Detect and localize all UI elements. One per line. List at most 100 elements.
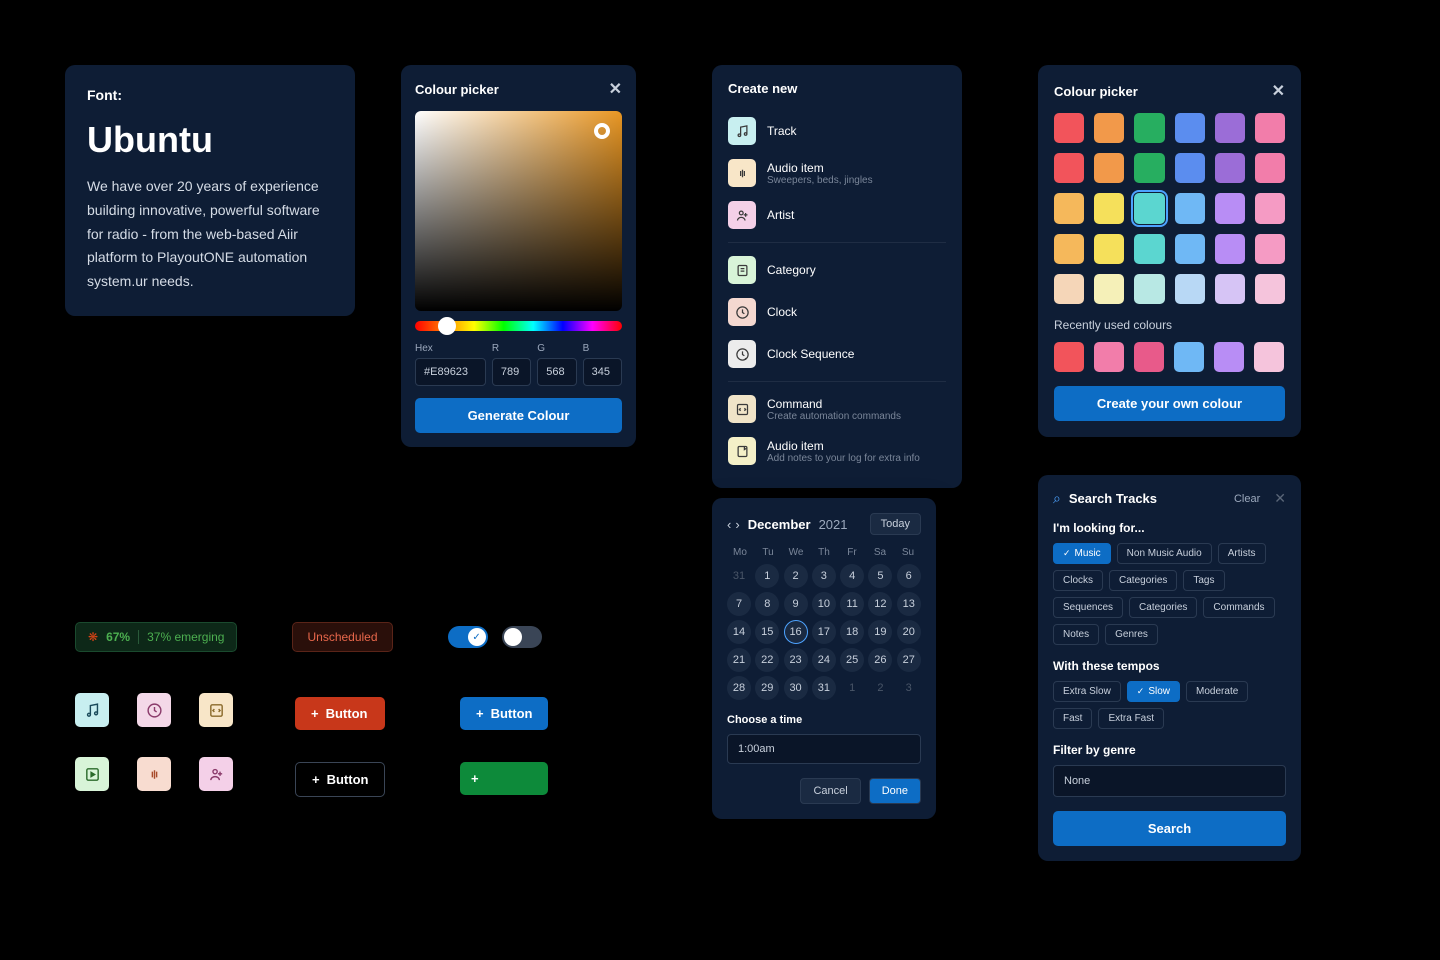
r-input[interactable] <box>492 358 531 386</box>
swatch[interactable] <box>1175 153 1205 183</box>
cancel-button[interactable]: Cancel <box>800 778 860 804</box>
day-cell[interactable]: 16 <box>784 620 808 644</box>
day-cell[interactable]: 22 <box>755 648 779 672</box>
wave-icon[interactable] <box>137 757 171 791</box>
day-cell[interactable]: 18 <box>840 620 864 644</box>
day-cell[interactable]: 31 <box>727 564 751 588</box>
close-icon[interactable]: ✕ <box>1274 490 1286 507</box>
swatch[interactable] <box>1215 113 1245 143</box>
close-icon[interactable]: ✕ <box>609 79 622 99</box>
tempo-pill[interactable]: Extra Slow <box>1053 681 1121 702</box>
close-icon[interactable]: ✕ <box>1272 81 1285 101</box>
hue-thumb[interactable] <box>438 317 456 335</box>
recent-swatch[interactable] <box>1134 342 1164 372</box>
day-cell[interactable]: 6 <box>897 564 921 588</box>
sv-thumb[interactable] <box>594 123 610 139</box>
button-outline[interactable]: +Button <box>295 762 385 797</box>
category-pill[interactable]: Clocks <box>1053 570 1103 591</box>
swatch[interactable] <box>1134 113 1164 143</box>
create-item[interactable]: Audio itemAdd notes to your log for extr… <box>728 430 946 472</box>
day-cell[interactable]: 2 <box>868 676 892 700</box>
recent-swatch[interactable] <box>1214 342 1244 372</box>
button-green[interactable]: + <box>460 762 548 795</box>
swatch[interactable] <box>1134 153 1164 183</box>
swatch[interactable] <box>1134 274 1164 304</box>
play-icon[interactable] <box>75 757 109 791</box>
day-cell[interactable]: 10 <box>812 592 836 616</box>
button-blue[interactable]: +Button <box>460 697 548 730</box>
day-cell[interactable]: 29 <box>755 676 779 700</box>
day-cell[interactable]: 12 <box>868 592 892 616</box>
swatch[interactable] <box>1255 274 1285 304</box>
button-red[interactable]: +Button <box>295 697 385 730</box>
saturation-value-area[interactable] <box>415 111 622 311</box>
create-item[interactable]: Artist <box>728 194 946 236</box>
day-cell[interactable]: 28 <box>727 676 751 700</box>
day-cell[interactable]: 23 <box>784 648 808 672</box>
tempo-pill[interactable]: Moderate <box>1186 681 1248 702</box>
toggle-on[interactable]: ✓ <box>448 626 488 648</box>
day-cell[interactable]: 2 <box>784 564 808 588</box>
day-cell[interactable]: 13 <box>897 592 921 616</box>
emerging-chip[interactable]: ❋ 67% 37% emerging <box>75 622 237 652</box>
g-input[interactable] <box>537 358 576 386</box>
swatch[interactable] <box>1175 274 1205 304</box>
day-cell[interactable]: 3 <box>897 676 921 700</box>
category-pill[interactable]: Genres <box>1105 624 1158 645</box>
category-pill[interactable]: Notes <box>1053 624 1099 645</box>
create-item[interactable]: CommandCreate automation commands <box>728 388 946 430</box>
swatch[interactable] <box>1134 193 1164 223</box>
category-pill[interactable]: Non Music Audio <box>1117 543 1212 564</box>
clear-button[interactable]: Clear <box>1234 493 1260 505</box>
swatch[interactable] <box>1175 113 1205 143</box>
music-icon[interactable] <box>75 693 109 727</box>
category-pill[interactable]: Artists <box>1218 543 1266 564</box>
day-cell[interactable]: 21 <box>727 648 751 672</box>
time-select[interactable]: 1:00am <box>727 734 921 764</box>
swatch[interactable] <box>1094 153 1124 183</box>
b-input[interactable] <box>583 358 622 386</box>
day-cell[interactable]: 9 <box>784 592 808 616</box>
day-cell[interactable]: 24 <box>812 648 836 672</box>
swatch[interactable] <box>1094 113 1124 143</box>
create-item[interactable]: Track <box>728 110 946 152</box>
day-cell[interactable]: 19 <box>868 620 892 644</box>
swatch[interactable] <box>1054 193 1084 223</box>
day-cell[interactable]: 27 <box>897 648 921 672</box>
tempo-pill[interactable]: Slow <box>1127 681 1180 702</box>
recent-swatch[interactable] <box>1094 342 1124 372</box>
create-colour-button[interactable]: Create your own colour <box>1054 386 1285 421</box>
swatch[interactable] <box>1054 113 1084 143</box>
day-cell[interactable]: 26 <box>868 648 892 672</box>
day-cell[interactable]: 4 <box>840 564 864 588</box>
prev-month-icon[interactable]: ‹ <box>727 517 731 532</box>
genre-select[interactable]: None <box>1053 765 1286 797</box>
category-pill[interactable]: Categories <box>1129 597 1197 618</box>
swatch[interactable] <box>1255 193 1285 223</box>
search-button[interactable]: Search <box>1053 811 1286 846</box>
category-pill[interactable]: Tags <box>1183 570 1224 591</box>
day-cell[interactable]: 8 <box>755 592 779 616</box>
swatch[interactable] <box>1054 274 1084 304</box>
day-cell[interactable]: 25 <box>840 648 864 672</box>
swatch[interactable] <box>1215 274 1245 304</box>
swatch[interactable] <box>1215 153 1245 183</box>
day-cell[interactable]: 31 <box>812 676 836 700</box>
hex-input[interactable] <box>415 358 486 386</box>
unscheduled-chip[interactable]: Unscheduled <box>292 622 392 652</box>
day-cell[interactable]: 20 <box>897 620 921 644</box>
swatch[interactable] <box>1054 234 1084 264</box>
swatch[interactable] <box>1175 193 1205 223</box>
hue-slider[interactable] <box>415 321 622 331</box>
done-button[interactable]: Done <box>869 778 921 804</box>
day-cell[interactable]: 14 <box>727 620 751 644</box>
person-icon[interactable] <box>199 757 233 791</box>
day-cell[interactable]: 7 <box>727 592 751 616</box>
tempo-pill[interactable]: Extra Fast <box>1098 708 1164 729</box>
day-cell[interactable]: 1 <box>840 676 864 700</box>
swatch[interactable] <box>1255 234 1285 264</box>
recent-swatch[interactable] <box>1054 342 1084 372</box>
category-pill[interactable]: Music <box>1053 543 1111 564</box>
swatch[interactable] <box>1215 234 1245 264</box>
generate-colour-button[interactable]: Generate Colour <box>415 398 622 433</box>
